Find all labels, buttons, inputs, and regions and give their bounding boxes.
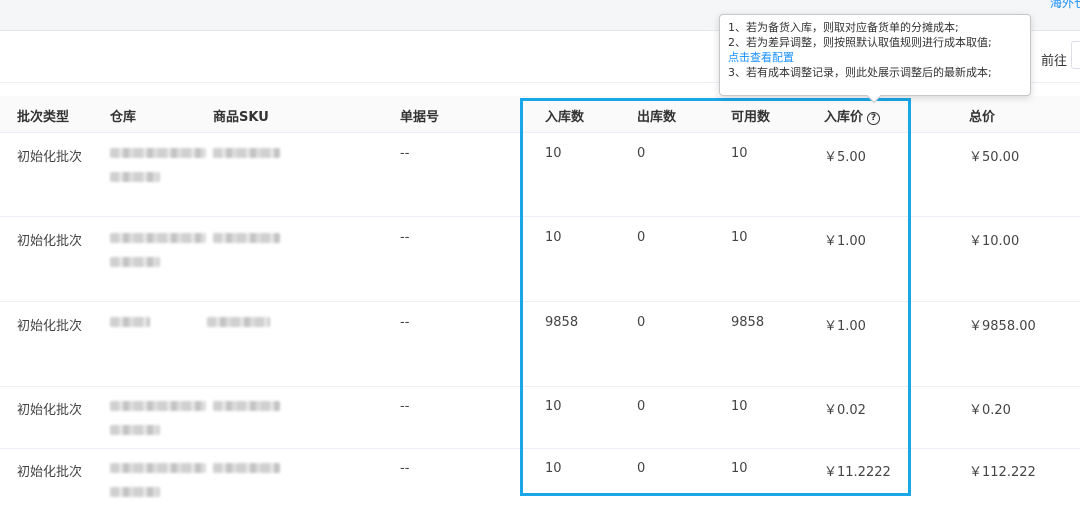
cell-available: 9858 — [731, 315, 765, 330]
in-price-tooltip: 1、若为备货入库，则取对应备货单的分摊成本; 2、若为差异调整，则按照默认取值规… — [719, 14, 1031, 96]
row-divider — [0, 216, 1080, 217]
cell-in-price: ￥0.02 — [824, 403, 866, 418]
row-divider — [0, 301, 1080, 302]
cell-out-qty: 0 — [637, 315, 646, 330]
warehouse-redacted — [110, 257, 160, 267]
cell-total: ￥9858.00 — [969, 319, 1036, 334]
cell-out-qty: 0 — [637, 146, 646, 161]
cell-in-price: ￥5.00 — [824, 150, 866, 165]
cell-in-qty: 10 — [545, 399, 562, 414]
cell-doc-no: -- — [400, 461, 410, 476]
header-in-price-label: 入库价 — [824, 110, 864, 125]
cell-in-qty: 9858 — [545, 315, 579, 330]
tooltip-line-1: 1、若为备货入库，则取对应备货单的分摊成本; — [728, 21, 959, 34]
row-divider — [0, 386, 1080, 387]
cell-batch-type: 初始化批次 — [17, 403, 83, 418]
cell-out-qty: 0 — [637, 399, 646, 414]
cell-total: ￥10.00 — [969, 234, 1020, 249]
cell-total: ￥0.20 — [969, 403, 1011, 418]
cell-in-qty: 10 — [545, 461, 562, 476]
cell-out-qty: 0 — [637, 461, 646, 476]
cell-in-price: ￥11.2222 — [824, 465, 891, 480]
cell-in-qty: 10 — [545, 146, 562, 161]
warehouse-redacted — [110, 233, 206, 243]
sku-redacted — [213, 401, 280, 411]
cell-batch-type: 初始化批次 — [17, 150, 83, 165]
header-warehouse: 仓库 — [110, 110, 137, 125]
cell-in-price: ￥1.00 — [824, 319, 866, 334]
header-in-qty: 入库数 — [545, 110, 585, 125]
cell-batch-type: 初始化批次 — [17, 465, 83, 480]
tooltip-line-3: 3、若有成本调整记录，则此处展示调整后的最新成本; — [728, 66, 992, 79]
cell-batch-type: 初始化批次 — [17, 234, 83, 249]
cell-doc-no: -- — [400, 230, 410, 245]
cell-doc-no: -- — [400, 146, 410, 161]
cell-available: 10 — [731, 461, 748, 476]
goto-page-input[interactable] — [1071, 41, 1080, 69]
sku-redacted — [207, 317, 270, 327]
warehouse-redacted — [110, 401, 206, 411]
cell-batch-type: 初始化批次 — [17, 319, 83, 334]
warehouse-redacted — [110, 487, 160, 497]
header-batch-type: 批次类型 — [17, 110, 70, 125]
header-doc-no: 单据号 — [400, 110, 440, 125]
cell-doc-no: -- — [400, 399, 410, 414]
view-config-link[interactable]: 点击查看配置 — [728, 50, 1022, 65]
warehouse-redacted — [110, 148, 206, 158]
cell-available: 10 — [731, 230, 748, 245]
overseas-warehouse-link[interactable]: 海外仓 — [1050, 0, 1080, 11]
cell-total: ￥50.00 — [969, 150, 1020, 165]
sku-redacted — [213, 233, 280, 243]
goto-page-label: 前往 — [1041, 54, 1068, 69]
cell-in-price: ￥1.00 — [824, 234, 866, 249]
cell-doc-no: -- — [400, 315, 410, 330]
row-divider — [0, 448, 1080, 449]
tooltip-line-2: 2、若为差异调整，则按照默认取值规则进行成本取值; — [728, 36, 992, 49]
cell-out-qty: 0 — [637, 230, 646, 245]
header-out-qty: 出库数 — [637, 110, 677, 125]
warehouse-redacted — [110, 425, 160, 435]
cell-available: 10 — [731, 399, 748, 414]
cell-in-qty: 10 — [545, 230, 562, 245]
header-sku: 商品SKU — [213, 110, 269, 125]
header-in-price: 入库价? — [824, 106, 881, 125]
header-total: 总价 — [969, 110, 996, 125]
header-available: 可用数 — [731, 110, 771, 125]
help-question-icon[interactable]: ? — [867, 112, 881, 125]
warehouse-redacted — [110, 172, 160, 182]
table-header — [0, 96, 1080, 133]
warehouse-redacted — [110, 317, 150, 327]
cell-available: 10 — [731, 146, 748, 161]
sku-redacted — [213, 463, 280, 473]
cell-total: ￥112.222 — [969, 465, 1036, 480]
warehouse-redacted — [110, 463, 206, 473]
sku-redacted — [213, 148, 280, 158]
